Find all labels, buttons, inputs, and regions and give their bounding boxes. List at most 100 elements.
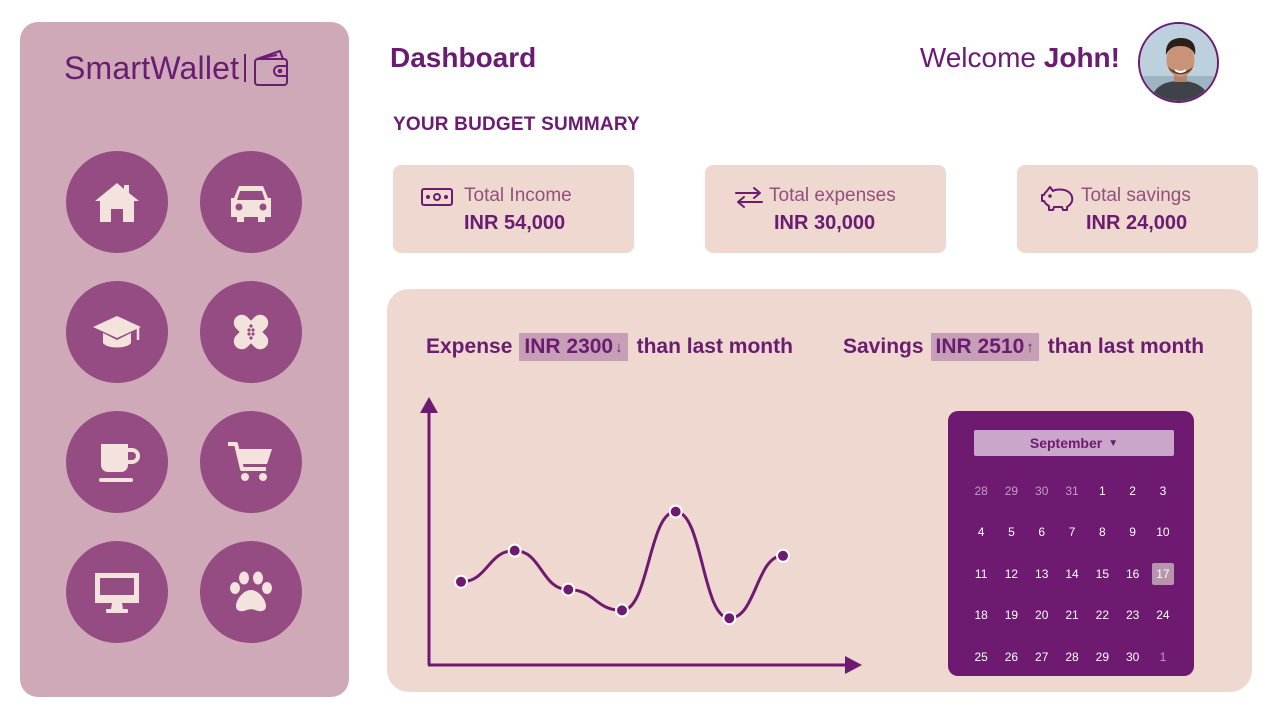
savings-change-badge: INR 2510 ↑ bbox=[930, 333, 1039, 361]
welcome-message: Welcome John! bbox=[920, 42, 1120, 74]
brand-name: SmartWallet bbox=[64, 49, 240, 86]
calendar-day-number: 19 bbox=[1004, 608, 1019, 623]
calendar-day[interactable]: 11 bbox=[966, 553, 996, 595]
savings-comparison-suffix: than last month bbox=[1047, 335, 1205, 358]
calendar-day[interactable]: 18 bbox=[966, 595, 996, 637]
savings-card: Total savings INR 24,000 bbox=[1017, 165, 1258, 253]
calendar-day-number: 30 bbox=[1035, 483, 1049, 498]
bandage-icon bbox=[233, 314, 269, 350]
car-icon bbox=[231, 186, 271, 222]
piggy-bank-icon bbox=[1041, 186, 1074, 211]
calendar-day[interactable]: 10 bbox=[1148, 512, 1178, 554]
category-car-button[interactable] bbox=[200, 151, 302, 253]
sidebar: SmartWallet bbox=[20, 22, 349, 697]
calendar-day[interactable]: 29 bbox=[1087, 636, 1117, 678]
welcome-prefix: Welcome bbox=[919, 42, 1036, 73]
calendar-day[interactable]: 7 bbox=[1057, 512, 1087, 554]
calendar-day-number: 8 bbox=[1098, 525, 1106, 540]
calendar-day-number: 14 bbox=[1065, 566, 1079, 581]
calendar-day[interactable]: 13 bbox=[1027, 553, 1057, 595]
calendar-day[interactable]: 22 bbox=[1087, 595, 1117, 637]
calendar-day[interactable]: 29 bbox=[996, 470, 1026, 512]
arrow-up-icon: ↑ bbox=[1026, 338, 1034, 356]
calendar-day-number: 21 bbox=[1065, 608, 1079, 623]
calendar-day[interactable]: 1 bbox=[1087, 470, 1117, 512]
expense-comparison-label: Expense bbox=[426, 335, 513, 358]
calendar-day-number: 12 bbox=[1004, 566, 1019, 581]
brand-logo[interactable]: SmartWallet bbox=[64, 48, 293, 88]
calendar-day-number: 18 bbox=[974, 608, 988, 623]
calendar-day-number: 24 bbox=[1156, 608, 1170, 623]
category-food-button[interactable] bbox=[66, 411, 168, 513]
calendar-day-number: 28 bbox=[974, 483, 988, 498]
calendar-day[interactable]: 16 bbox=[1117, 553, 1147, 595]
month-label: September bbox=[1029, 435, 1103, 451]
calendar-day[interactable]: 30 bbox=[1117, 636, 1147, 678]
calendar-day[interactable]: 26 bbox=[996, 636, 1026, 678]
calendar-day-number: 29 bbox=[1095, 649, 1109, 664]
calendar-day[interactable]: 28 bbox=[1057, 636, 1087, 678]
calendar-day-number: 29 bbox=[1004, 483, 1019, 498]
calendar-day[interactable]: 21 bbox=[1057, 595, 1087, 637]
category-electronics-button[interactable] bbox=[66, 541, 168, 643]
calendar-day-number: 25 bbox=[974, 649, 988, 664]
calendar-day[interactable]: 27 bbox=[1027, 636, 1057, 678]
calendar-day[interactable]: 9 bbox=[1117, 512, 1147, 554]
calendar-day-number: 2 bbox=[1129, 483, 1136, 498]
calendar-day[interactable]: 28 bbox=[966, 470, 996, 512]
coffee-cup-icon bbox=[99, 444, 140, 482]
savings-label: Total savings bbox=[1081, 185, 1191, 206]
expense-comparison: Expense INR 2300 ↓ than last month bbox=[426, 333, 793, 361]
calendar-day[interactable]: 19 bbox=[996, 595, 1026, 637]
calendar-day-number: 23 bbox=[1125, 608, 1140, 623]
calendar-day-number: 3 bbox=[1159, 483, 1167, 498]
calendar-day-number: 31 bbox=[1065, 483, 1079, 498]
calendar-day[interactable]: 2 bbox=[1117, 470, 1147, 512]
caret-down-icon: ▼ bbox=[1108, 437, 1119, 449]
calendar-day[interactable]: 12 bbox=[996, 553, 1026, 595]
calendar-day[interactable]: 31 bbox=[1057, 470, 1087, 512]
savings-value: INR 24,000 bbox=[1086, 212, 1188, 234]
category-pets-button[interactable] bbox=[200, 541, 302, 643]
calendar-day[interactable]: 20 bbox=[1027, 595, 1057, 637]
paw-icon bbox=[230, 571, 272, 612]
calendar-day[interactable]: 6 bbox=[1027, 512, 1057, 554]
calendar-day[interactable]: 3 bbox=[1148, 470, 1178, 512]
savings-comparison: Savings INR 2510 ↑ than last month bbox=[843, 333, 1204, 361]
calendar-day-number: 11 bbox=[974, 566, 988, 581]
calendar-day-number: 27 bbox=[1035, 649, 1049, 664]
calendar-day[interactable]: 30 bbox=[1027, 470, 1057, 512]
month-dropdown[interactable]: September ▼ bbox=[974, 430, 1174, 456]
income-label: Total Income bbox=[464, 185, 572, 206]
calendar-day[interactable]: 8 bbox=[1087, 512, 1117, 554]
brand-divider bbox=[244, 54, 247, 82]
calendar-day[interactable]: 25 bbox=[966, 636, 996, 678]
calendar-day-number: 20 bbox=[1035, 608, 1049, 623]
calendar-grid: 28 29 30 31 1 2 3 4 5 6 7 8 9 10 11 12 13 14 15 16 17 18 19 20 2… bbox=[966, 470, 1178, 678]
calendar-day[interactable]: 23 bbox=[1117, 595, 1147, 637]
calendar-day-number: 17 bbox=[1151, 562, 1174, 585]
calendar-day[interactable]: 15 bbox=[1087, 553, 1117, 595]
page-title: Dashboard bbox=[390, 42, 537, 73]
calendar-day[interactable]: 4 bbox=[966, 512, 996, 554]
calendar-day-number: 30 bbox=[1125, 649, 1140, 664]
wallet-icon bbox=[254, 50, 289, 86]
avatar[interactable] bbox=[1138, 22, 1219, 103]
category-education-button[interactable] bbox=[66, 281, 168, 383]
budget-summary-heading: YOUR BUDGET SUMMARY bbox=[393, 114, 640, 135]
category-health-button[interactable] bbox=[200, 281, 302, 383]
shopping-cart-icon bbox=[228, 442, 272, 481]
category-shopping-button[interactable] bbox=[200, 411, 302, 513]
graduation-cap-icon bbox=[93, 316, 141, 348]
calendar-day-number: 26 bbox=[1004, 649, 1019, 664]
calendar-day[interactable]: 14 bbox=[1057, 553, 1087, 595]
calendar-day[interactable]: 1 bbox=[1148, 636, 1178, 678]
calendar-day-selected[interactable]: 17 bbox=[1148, 553, 1178, 595]
home-icon bbox=[95, 183, 139, 222]
category-home-button[interactable] bbox=[66, 151, 168, 253]
calendar-day[interactable]: 24 bbox=[1148, 595, 1178, 637]
arrow-down-icon: ↓ bbox=[615, 338, 623, 356]
calendar-day-number: 9 bbox=[1129, 525, 1136, 540]
calendar-day-number: 16 bbox=[1125, 566, 1140, 581]
calendar-day[interactable]: 5 bbox=[996, 512, 1026, 554]
